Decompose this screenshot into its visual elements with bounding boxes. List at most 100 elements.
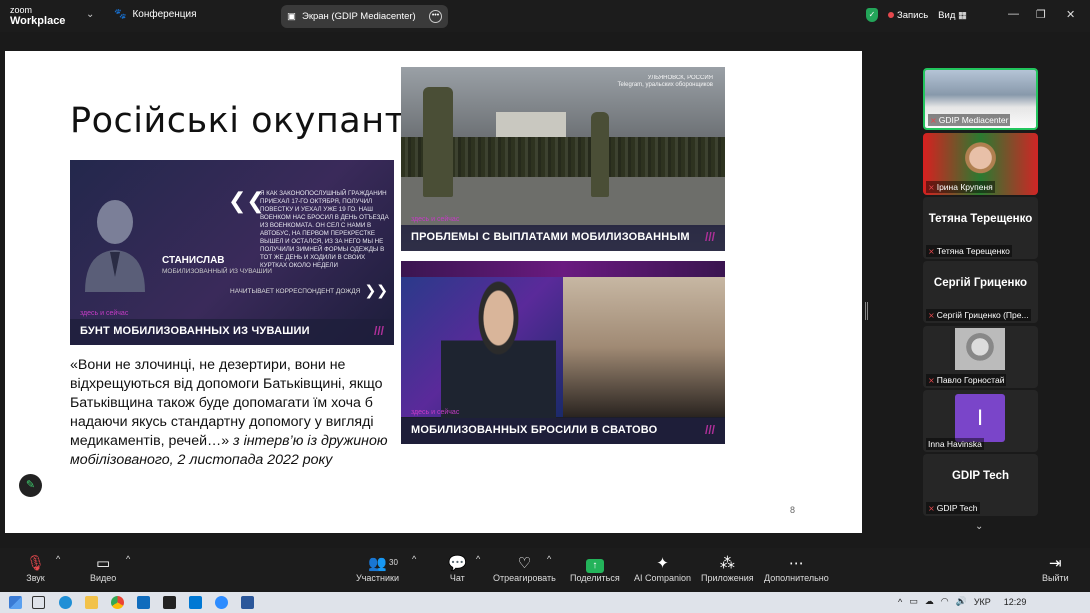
edge-icon[interactable] bbox=[59, 596, 72, 609]
news1-person-name: Станислав bbox=[162, 255, 225, 266]
paw-icon: 🐾 bbox=[114, 9, 127, 20]
audio-button[interactable]: 🎙 Звук bbox=[26, 554, 45, 583]
volume-icon[interactable]: 🔊 bbox=[956, 596, 967, 607]
exit-icon: ⇥ bbox=[1049, 555, 1062, 572]
share-pill-label: Экран (GDIP Mediacenter) bbox=[301, 11, 416, 22]
file-explorer-icon[interactable] bbox=[85, 596, 98, 609]
annotate-pencil-icon[interactable]: ✎ bbox=[19, 474, 42, 497]
more-options-icon[interactable]: ••• bbox=[429, 10, 442, 23]
leave-button[interactable]: ⇥ Выйти bbox=[1042, 554, 1069, 583]
mic-muted-icon: ⨯ bbox=[928, 375, 935, 385]
participant-gallery: ⨯ GDIP Mediacenter ⨯ Ірина Крупеня Тетяна … bbox=[923, 66, 1038, 516]
news-frame-chuvashia: ❮❮ Я как законопослушный гражданин приех… bbox=[70, 160, 394, 345]
news-frame-svatovo: здесь и сейчас МОБИЛИЗОВАННЫХ БРОСИЛИ В … bbox=[401, 261, 725, 444]
anchor-figure bbox=[441, 273, 556, 423]
language-indicator[interactable]: УКР bbox=[974, 597, 991, 607]
gallery-scroll-down-icon[interactable]: ⌄ bbox=[975, 521, 983, 532]
panel-splitter[interactable] bbox=[865, 302, 868, 320]
leave-label: Выйти bbox=[1042, 573, 1069, 583]
tray-chevron-icon[interactable]: ^ bbox=[898, 597, 902, 607]
chat-caret-icon[interactable]: ^ bbox=[476, 554, 480, 564]
meeting-menu[interactable]: 🐾 Конференция bbox=[114, 9, 197, 20]
participant-tile[interactable]: I Inna Havinska bbox=[923, 390, 1038, 452]
mic-muted-icon: ⨯ bbox=[928, 503, 935, 513]
close-icon[interactable]: ✕ bbox=[1066, 8, 1075, 21]
start-icon[interactable] bbox=[9, 596, 22, 609]
mic-muted-icon: ⨯ bbox=[928, 182, 935, 192]
soldier-shape bbox=[591, 112, 609, 197]
screen-share-pill[interactable]: ▣ Экран (GDIP Mediacenter) ••• bbox=[281, 5, 448, 28]
meeting-label: Конференция bbox=[132, 9, 197, 20]
zoom-logo: zoom Workplace bbox=[10, 5, 65, 27]
more-button[interactable]: ⋯ Дополнительно bbox=[764, 554, 829, 583]
title-bar: zoom Workplace ⌄ 🐾 Конференция ▣ Экран (… bbox=[0, 0, 1090, 32]
clock[interactable]: 12:29 bbox=[1004, 597, 1027, 607]
camera-icon: ▭ bbox=[96, 555, 111, 572]
zoom-icon[interactable] bbox=[215, 596, 228, 609]
participant-tile[interactable]: ⨯ GDIP Mediacenter bbox=[923, 68, 1038, 130]
chat-button[interactable]: 💬 Чат bbox=[448, 554, 467, 583]
audio-options-caret-icon[interactable]: ^ bbox=[56, 554, 60, 564]
wifi-icon[interactable]: ◠ bbox=[941, 596, 949, 607]
more-dots-icon: ⋯ bbox=[788, 555, 804, 572]
chat-label: Чат bbox=[449, 573, 465, 583]
news2-slashes: /// bbox=[704, 230, 715, 244]
news3-tag: здесь и сейчас bbox=[411, 409, 460, 416]
onedrive-icon[interactable]: ☁ bbox=[925, 596, 934, 607]
windows-taskbar: ^ ▭ ☁ ◠ 🔊 УКР 12:29 bbox=[0, 592, 1090, 613]
participant-name-tag: ⨯ Сергій Гриценко (Пре... bbox=[926, 309, 1031, 321]
outlook-icon[interactable] bbox=[137, 596, 150, 609]
participant-name: GDIP Tech bbox=[936, 503, 978, 513]
avatar: I bbox=[955, 394, 1005, 442]
participant-name: GDIP Mediacenter bbox=[938, 115, 1009, 125]
participant-tile[interactable]: ⨯ Ірина Крупеня bbox=[923, 133, 1038, 195]
react-caret-icon[interactable]: ^ bbox=[547, 554, 551, 564]
participant-tile[interactable]: Сергій Гриценко ⨯ Сергій Гриценко (Пре... bbox=[923, 261, 1038, 323]
news2-location-main: УЛЬЯНОВСК, РОССИЯ bbox=[647, 75, 713, 81]
video-options-caret-icon[interactable]: ^ bbox=[126, 554, 130, 564]
news1-correspondent: начитывает корреспондент дождя bbox=[230, 288, 361, 295]
video-button[interactable]: ▭ Видео bbox=[90, 554, 116, 583]
quote-block: «Вони не злочинці, не дезертири, вони не… bbox=[70, 356, 400, 470]
news2-caption: здесь и сейчас ПРОБЛЕМЫ С ВЫПЛАТАМИ МОБИ… bbox=[401, 216, 725, 251]
outlook-alt-icon[interactable] bbox=[189, 596, 202, 609]
mic-muted-icon: ⨯ bbox=[928, 246, 935, 256]
participant-tile[interactable]: ⨯ Павло Горностай bbox=[923, 326, 1038, 388]
participant-name: Сергій Гриценко (Пре... bbox=[936, 310, 1029, 320]
ai-companion-button[interactable]: ✦ AI Companion bbox=[634, 554, 691, 583]
apps-icon: ⁂ bbox=[719, 555, 735, 572]
chrome-icon[interactable] bbox=[111, 596, 124, 609]
record-label: Запись bbox=[897, 9, 929, 21]
audio-label: Звук bbox=[26, 573, 45, 583]
participant-name-tag: ⨯ GDIP Tech bbox=[926, 502, 980, 514]
app-icon[interactable] bbox=[163, 596, 176, 609]
apps-button[interactable]: ⁂ Приложения bbox=[701, 554, 754, 583]
share-button[interactable]: ↑ Поделиться bbox=[570, 554, 620, 583]
news2-tag: здесь и сейчас bbox=[411, 216, 460, 223]
news1-person-role: мобилизованный из Чувашии bbox=[162, 268, 272, 275]
minimize-icon[interactable]: — bbox=[1008, 8, 1019, 20]
word-icon[interactable] bbox=[241, 596, 254, 609]
news1-quote: Я как законопослушный гражданин приехал … bbox=[260, 190, 389, 269]
news-frame-payments: УЛЬЯНОВСК, РОССИЯ Telegram, уральских об… bbox=[401, 67, 725, 251]
news3-headline: МОБИЛИЗОВАННЫХ БРОСИЛИ В СВАТОВО bbox=[411, 424, 658, 436]
news2-location: УЛЬЯНОВСК, РОССИЯ Telegram, уральских об… bbox=[618, 75, 714, 89]
participants-caret-icon[interactable]: ^ bbox=[412, 554, 416, 564]
participant-name-tag: ⨯ Павло Горностай bbox=[926, 374, 1007, 386]
task-view-icon[interactable] bbox=[32, 596, 45, 609]
brand-line2: Workplace bbox=[10, 15, 66, 27]
news1-caption: здесь и сейчас БУНТ МОБИЛИЗОВАННЫХ ИЗ ЧУ… bbox=[70, 310, 394, 345]
record-indicator[interactable]: Запись bbox=[888, 10, 928, 21]
news3-slashes: /// bbox=[704, 423, 715, 437]
participant-tile[interactable]: GDIP Tech ⨯ GDIP Tech bbox=[923, 454, 1038, 516]
share-screen-icon: ↑ bbox=[570, 554, 620, 573]
apps-label: Приложения bbox=[701, 573, 754, 583]
view-button[interactable]: Вид ▦ bbox=[938, 10, 967, 21]
battery-icon[interactable]: ▭ bbox=[909, 596, 918, 607]
participant-tile[interactable]: Тетяна Терещенко ⨯ Тетяна Терещенко bbox=[923, 197, 1038, 259]
soldier-shape bbox=[423, 87, 453, 197]
chevron-down-icon[interactable]: ⌄ bbox=[86, 9, 94, 20]
restore-icon[interactable]: ❐ bbox=[1036, 8, 1046, 21]
security-shield-icon[interactable]: ✓ bbox=[866, 8, 878, 22]
react-label: Отреагировать bbox=[493, 573, 556, 583]
